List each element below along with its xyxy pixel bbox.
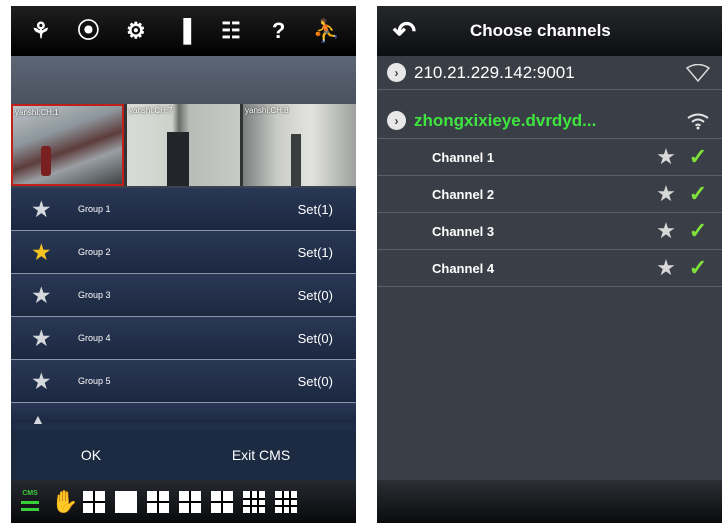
ok-button[interactable]: OK [11,447,171,463]
group-set-button[interactable]: Set(0) [298,288,333,303]
exit-cms-button[interactable]: Exit CMS [171,447,351,463]
group-name: Group 3 [78,290,111,300]
action-bar: OK Exit CMS [11,430,356,480]
star-icon[interactable]: ★ [31,240,55,264]
check-icon[interactable]: ✓ [686,181,710,207]
channel-row[interactable]: Channel 3 ★ ✓ [377,213,722,250]
expand-arrow-icon[interactable]: › [387,63,406,82]
video-thumbnails: yanshi:CH:1 yanshi:CH:7 yanshi:CH:8 [11,104,356,186]
page-title: Choose channels [470,21,611,40]
star-icon[interactable]: ★ [31,283,55,307]
hand-icon[interactable]: ✋ [51,489,78,515]
device-name: zhongxixieye.dvrdyd... [414,110,597,130]
group-name: Group 2 [78,247,111,257]
channel-name: Channel 3 [432,223,495,239]
exit-icon[interactable]: ⛹ [310,20,342,42]
device-row[interactable]: › 210.21.229.142:9001 [377,56,722,90]
star-icon[interactable]: ★ [652,144,680,170]
video-thumbnail[interactable]: yanshi:CH:1 [11,104,124,186]
back-arrow-icon[interactable]: ↶ [377,15,432,48]
help-icon[interactable]: ? [263,20,295,42]
wifi-icon [687,113,709,129]
group-row-partial[interactable]: ▲ [11,403,356,426]
chart-icon[interactable]: ▐ [167,20,199,42]
gear-icon[interactable]: ⚙ [120,20,152,42]
group-list: ★ Group 1 Set(1) ★ Group 2 Set(1) ★ Grou… [11,188,356,430]
check-icon[interactable]: ✓ [686,255,710,281]
group-name: Group 1 [78,204,111,214]
device-row[interactable]: › zhongxixieye.dvrdyd... [377,103,722,139]
choose-channels-screen: ↶ Choose channels › 210.21.229.142:9001 … [377,6,722,523]
toolbar-spacer [11,56,356,104]
group-row[interactable]: ★ Group 1 Set(1) [11,188,356,231]
star-icon[interactable]: ★ [31,326,55,350]
cms-screen: ⚘ ⦿ ⚙ ▐ ☷ ? ⛹ yanshi:CH:1 yanshi:CH:7 ya… [11,6,356,523]
group-set-button[interactable]: Set(0) [298,374,333,389]
star-icon[interactable]: ★ [31,369,55,393]
group-row[interactable]: ★ Group 5 Set(0) [11,360,356,403]
video-thumbnail[interactable]: yanshi:CH:7 [127,104,240,186]
group-row[interactable]: ★ Group 3 Set(0) [11,274,356,317]
video-thumbnail[interactable]: yanshi:CH:8 [243,104,356,186]
group-set-button[interactable]: Set(1) [298,202,333,217]
wifi-icon [686,63,710,82]
star-icon[interactable]: ▲ [31,412,55,426]
thumbnail-label: yanshi:CH:7 [129,106,173,115]
channel-row[interactable]: Channel 4 ★ ✓ [377,250,722,287]
cms-bars-icon [21,500,39,511]
star-icon[interactable]: ★ [31,197,55,221]
camera-icon[interactable]: ⚘ [25,20,57,42]
star-icon[interactable]: ★ [652,255,680,281]
expand-arrow-icon[interactable]: › [387,111,406,130]
header-bar: ↶ Choose channels [377,6,722,56]
group-name: Group 4 [78,333,111,343]
bottom-toolbar: CMS ✋ [11,480,356,523]
thumbnail-label: yanshi:CH:8 [245,106,289,115]
star-icon[interactable]: ★ [652,218,680,244]
channel-row[interactable]: Channel 1 ★ ✓ [377,139,722,176]
layout-1-icon[interactable] [115,490,137,513]
check-icon[interactable]: ✓ [686,218,710,244]
cms-icon[interactable]: CMS [19,489,41,515]
star-icon[interactable]: ★ [652,181,680,207]
layout-4-icon[interactable] [147,490,169,513]
report-icon[interactable]: ☷ [215,20,247,42]
layout-edit-icon[interactable] [83,490,105,513]
group-name: Group 5 [78,376,111,386]
group-row[interactable]: ★ Group 2 Set(1) [11,231,356,274]
device-name: 210.21.229.142:9001 [414,62,575,82]
channel-name: Channel 2 [432,186,495,202]
layout-9-icon[interactable] [243,490,265,513]
layout-16-icon[interactable] [275,490,297,513]
group-set-button[interactable]: Set(0) [298,331,333,346]
channel-name: Channel 1 [432,149,495,165]
thumbnail-label: yanshi:CH:1 [15,108,59,117]
group-set-button[interactable]: Set(1) [298,245,333,260]
layout-8-icon[interactable] [211,490,233,513]
check-icon[interactable]: ✓ [686,144,710,170]
group-row[interactable]: ★ Group 4 Set(0) [11,317,356,360]
layout-6-icon[interactable] [179,490,201,513]
channel-name: Channel 4 [432,260,495,276]
cms-label: CMS [22,489,38,497]
top-toolbar: ⚘ ⦿ ⚙ ▐ ☷ ? ⛹ [11,6,356,56]
channel-row[interactable]: Channel 2 ★ ✓ [377,176,722,213]
video-icon[interactable]: ⦿ [72,20,104,42]
bottom-bar [377,480,722,523]
